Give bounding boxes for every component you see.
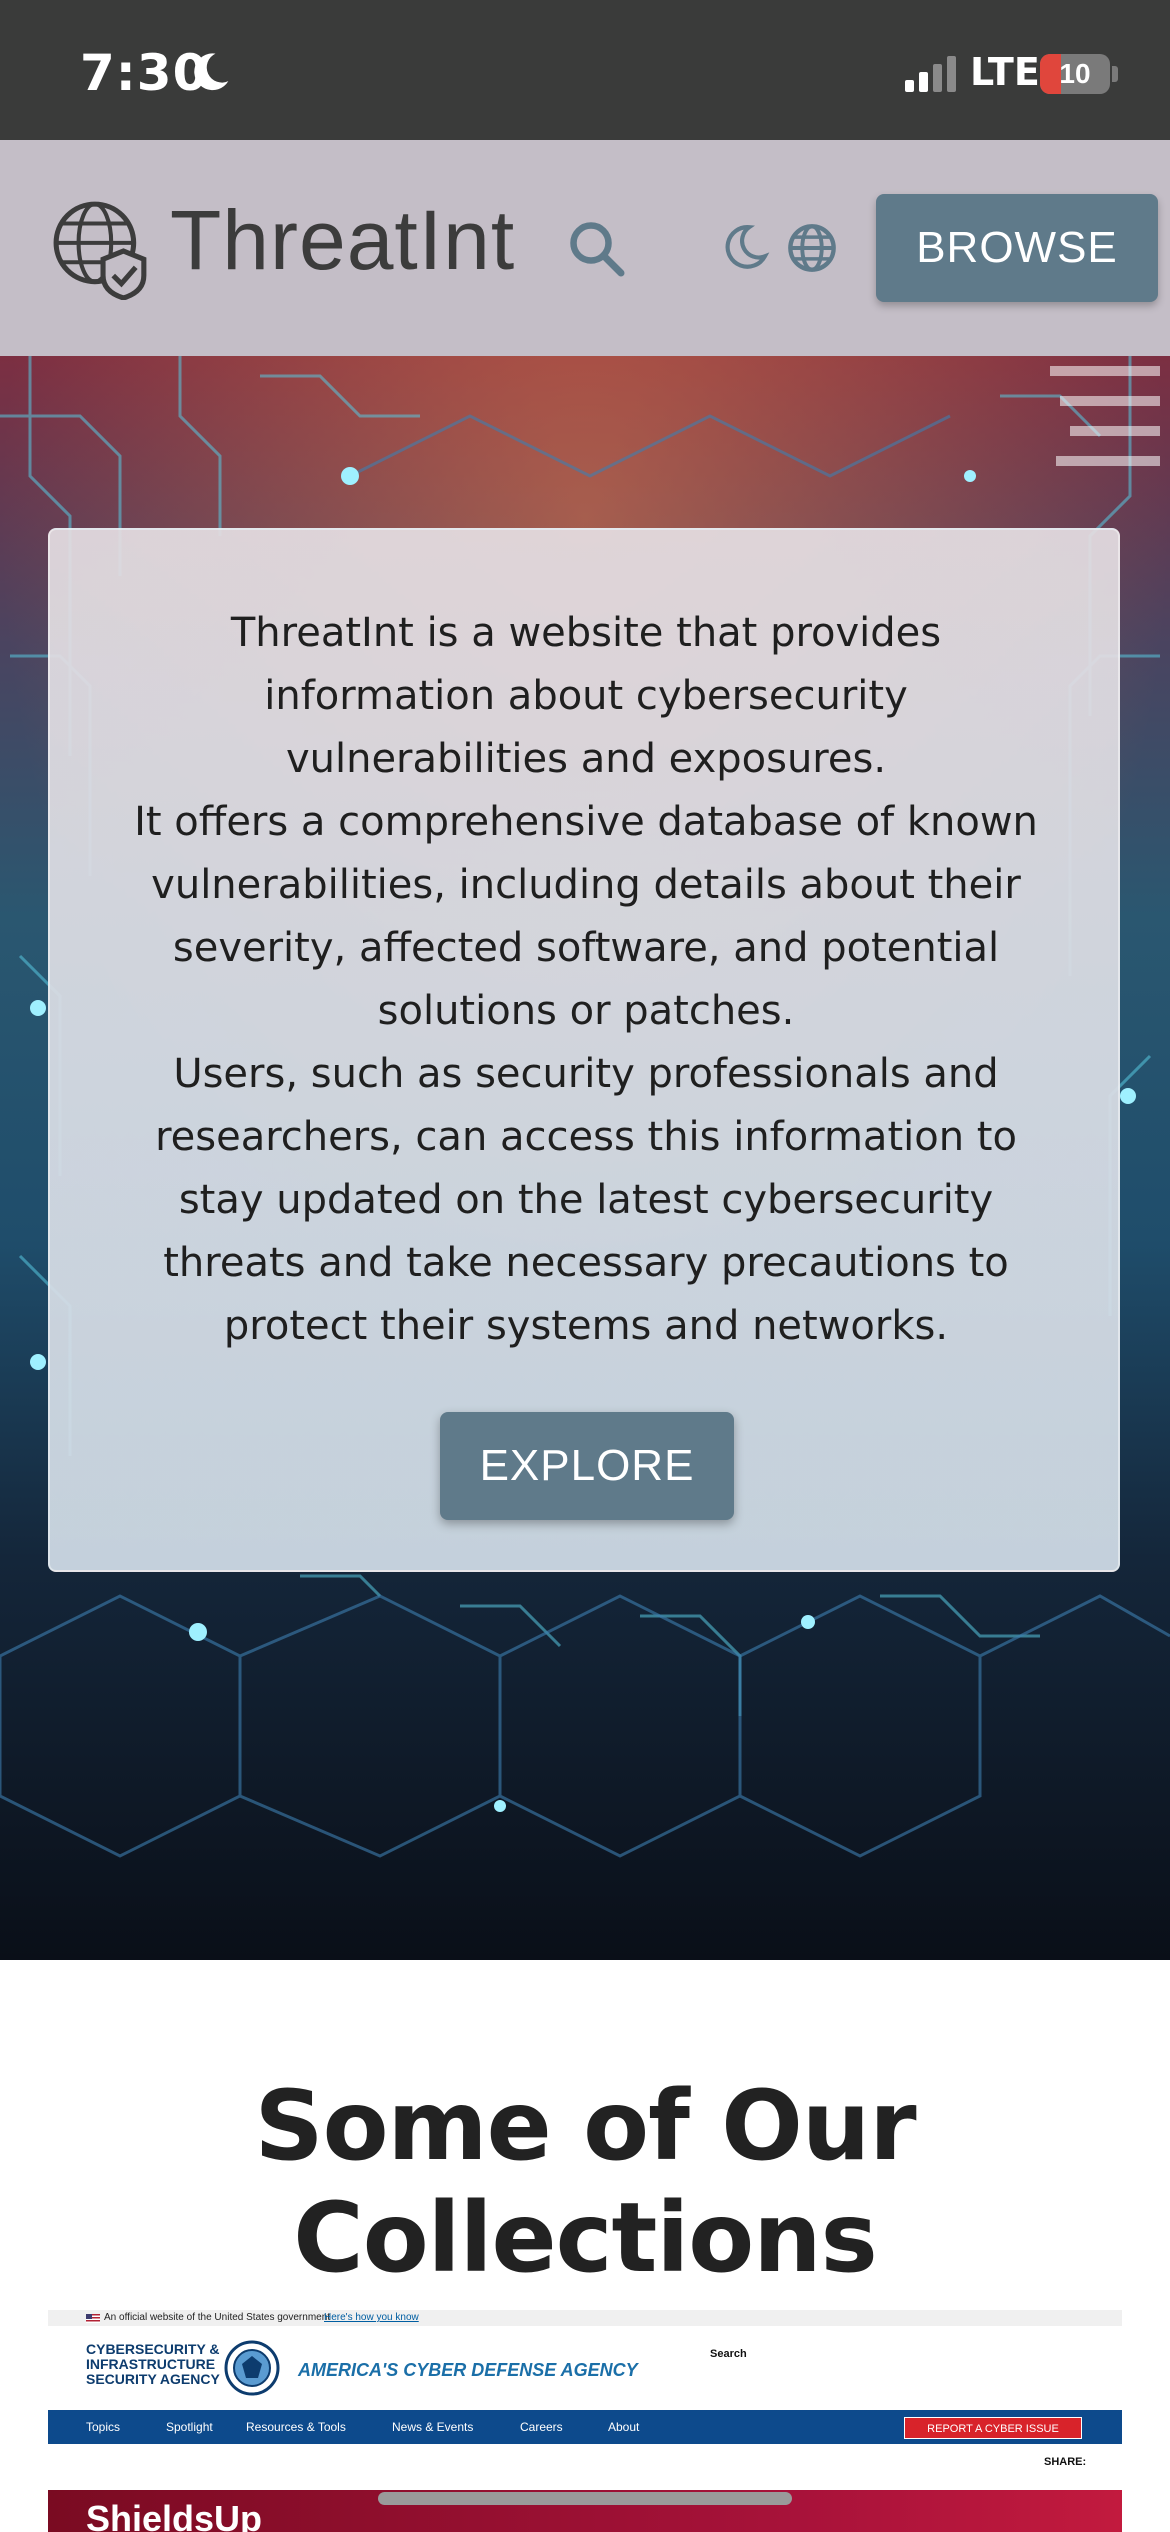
agency-name: CYBERSECURITY & INFRASTRUCTURE SECURITY … [86,2341,220,2387]
preview-nav-resources: Resources & Tools [246,2420,346,2434]
network-label: LTE [970,50,1040,94]
home-indicator[interactable] [378,2492,792,2505]
agency-tagline: AMERICA'S CYBER DEFENSE AGENCY [298,2360,638,2380]
battery-cap [1112,66,1118,82]
preview-hero-title: ShieldsUp [86,2498,263,2532]
gov-banner-link: Here's how you know [324,2312,419,2323]
browse-button[interactable]: BROWSE [876,194,1158,302]
share-label: SHARE: [1044,2456,1087,2468]
intro-text: ThreatInt is a website that provides inf… [120,602,1052,1358]
us-flag-icon [86,2314,100,2323]
gov-banner: An official website of the United States… [48,2310,1122,2326]
intro-paragraph-1: ThreatInt is a website that provides inf… [230,610,942,782]
battery-percent: 10 [1059,58,1091,89]
intro-paragraph-3: Users, such as security professionals an… [155,1051,1017,1349]
moon-icon [194,53,229,91]
preview-nav-careers: Careers [520,2420,563,2434]
signal-icon [905,56,956,92]
intro-paragraph-2: It offers a comprehensive database of kn… [134,799,1038,1034]
preview-nav: Topics Spotlight Resources & Tools News … [48,2410,1122,2444]
battery-icon: 10 [1040,54,1110,94]
intro-card: ThreatInt is a website that provides inf… [48,528,1120,1572]
preview-nav-news: News & Events [392,2420,474,2434]
gov-banner-text: An official website of the United States… [104,2312,331,2323]
preview-search-label: Search [710,2348,747,2360]
preview-nav-spotlight: Spotlight [166,2420,213,2434]
brand-name[interactable]: ThreatInt [170,192,515,289]
hero-section: ThreatInt is a website that provides inf… [0,356,1170,1960]
explore-button[interactable]: EXPLORE [440,1412,734,1520]
site-header: ThreatInt BROWSE [0,140,1170,356]
globe-shield-logo-icon[interactable] [50,198,152,300]
language-globe-icon[interactable] [786,222,838,274]
preview-nav-topics: Topics [86,2420,121,2434]
preview-nav-about: About [608,2420,640,2434]
collections-heading: Some of Our Collections [254,2070,916,2294]
agency-seal-icon [224,2340,280,2396]
dark-mode-icon[interactable] [720,222,770,272]
search-icon[interactable] [566,218,626,278]
status-bar: 7:30 LTE 10 [0,0,1170,140]
report-cyber-issue-button: REPORT A CYBER ISSUE [904,2417,1082,2439]
